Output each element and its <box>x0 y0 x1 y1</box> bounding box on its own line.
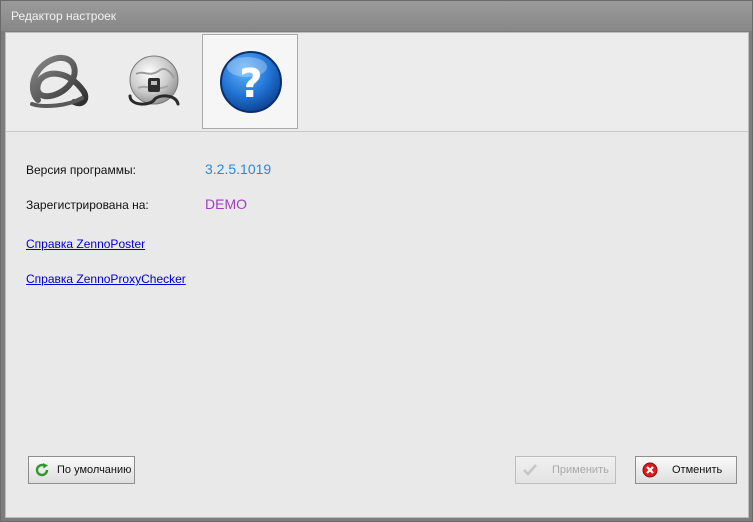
tab-network-settings[interactable] <box>106 34 202 129</box>
apply-button-label: Применить <box>552 464 609 476</box>
settings-content: ? Версия программы: 3.2.5.1019 Зарегистр… <box>5 32 749 518</box>
apply-button[interactable]: Применить <box>515 456 616 484</box>
refresh-icon <box>35 463 49 477</box>
tab-knot-settings[interactable] <box>10 34 106 129</box>
cancel-x-icon <box>642 462 658 478</box>
version-value: 3.2.5.1019 <box>205 161 272 177</box>
cancel-button-label: Отменить <box>672 464 723 476</box>
window-title: Редактор настроек <box>11 9 117 23</box>
settings-window: Редактор настроек ? Версия программы: 3.… <box>0 0 753 522</box>
network-globe-icon <box>128 55 180 106</box>
cancel-button[interactable]: Отменить <box>635 456 737 484</box>
help-question-icon: ? <box>220 51 282 113</box>
knot-icon <box>29 54 89 108</box>
registered-label: Зарегистрирована на: <box>26 198 149 212</box>
registered-value: DEMO <box>205 196 247 212</box>
checkmark-icon <box>523 464 537 476</box>
defaults-button[interactable]: По умолчанию <box>28 456 135 484</box>
title-bar[interactable]: Редактор настроек <box>1 1 752 31</box>
defaults-button-label: По умолчанию <box>57 464 132 476</box>
version-label: Версия программы: <box>26 163 136 177</box>
settings-toolbar: ? <box>6 33 748 132</box>
proxychecker-help-link[interactable]: Справка ZennoProxyChecker <box>26 272 186 286</box>
tab-help-about[interactable]: ? <box>202 34 298 129</box>
svg-text:?: ? <box>239 61 262 107</box>
zennoposter-help-link[interactable]: Справка ZennoPoster <box>26 237 145 251</box>
